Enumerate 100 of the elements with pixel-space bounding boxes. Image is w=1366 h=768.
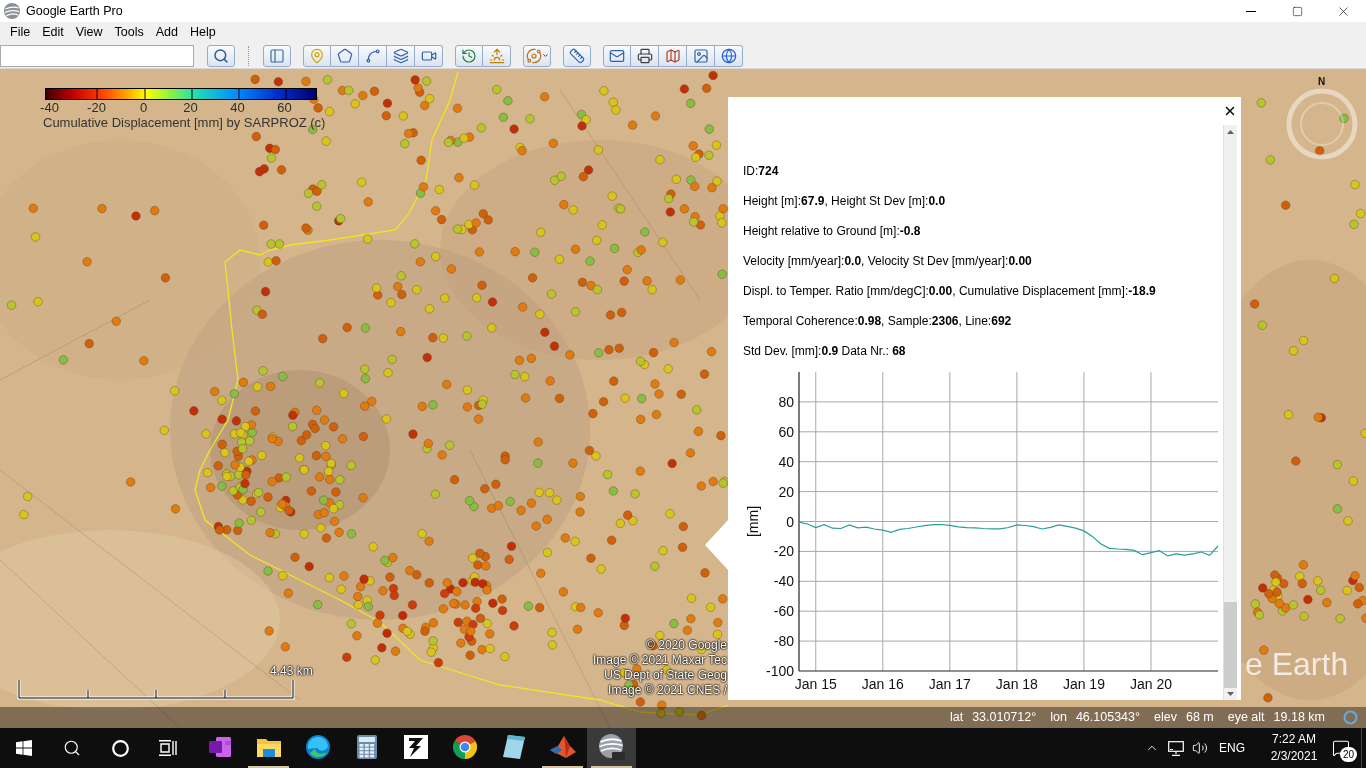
status-value: 19.18 km (1273, 709, 1325, 727)
tour-button[interactable] (415, 44, 443, 67)
y-tick-label: -80 (773, 633, 794, 650)
scrollbar[interactable] (1223, 125, 1237, 700)
y-tick-label: -60 (773, 603, 794, 620)
y-tick-label: 20 (778, 483, 794, 500)
minimize-icon (1246, 10, 1256, 12)
language-indicator[interactable]: ENG (1212, 728, 1252, 768)
peak-surface-icon (549, 736, 576, 758)
menu-item[interactable]: View (69, 22, 109, 43)
menu-item[interactable]: File (4, 22, 37, 43)
taskbar-app-button[interactable] (587, 728, 636, 768)
attribution-text: US Dept of State Geog (604, 668, 727, 683)
printer-icon (636, 47, 653, 64)
folder-icon (256, 737, 281, 757)
menu-item[interactable]: Add (149, 22, 184, 43)
ruler-button[interactable] (563, 44, 591, 67)
status-label: eye alt (1227, 709, 1265, 727)
status-label: elev (1154, 709, 1177, 727)
close-button[interactable] (1223, 104, 1237, 118)
x-tick-label: Jan 19 (1062, 676, 1105, 692)
compass-north-label: N (1318, 76, 1326, 87)
scale-label: 4.43 km (270, 664, 313, 678)
axis-title: [mm] (745, 505, 761, 538)
x-tick-label: Jan 20 (1129, 676, 1172, 692)
y-tick-label: -40 (773, 573, 794, 590)
path-icon (364, 47, 381, 64)
y-tick-label: 80 (778, 393, 794, 410)
x-tick-label: Jan 18 (995, 676, 1038, 692)
search-icon (63, 739, 81, 757)
info-text: Std Dev. [mm]:0.9 Data Nr.: 68 (743, 344, 906, 358)
legend-tick-label: 40 (230, 100, 245, 115)
sunlight-button[interactable] (483, 44, 511, 67)
info-text: Height [m]:67.9, Height St Dev [m]:0.0 (743, 194, 946, 208)
info-text: ID:724 (743, 164, 779, 178)
polygon-button[interactable] (331, 44, 359, 67)
info-text: Displ. to Temper. Ratio [mm/degC]:0.00, Cumulative Displacement [mm]:-18.9 (743, 284, 1156, 298)
navigation-ring-icon (1286, 88, 1358, 160)
menu-item[interactable]: Tools (108, 22, 150, 43)
globe-icon (720, 47, 737, 64)
speaker-icon (1192, 740, 1208, 756)
print-button[interactable] (631, 44, 659, 67)
polygon-icon (336, 47, 353, 64)
close-icon (1223, 104, 1237, 118)
swirl-icon (305, 735, 330, 759)
planet-icon (525, 47, 542, 64)
circle-icon (111, 739, 129, 757)
notification-button[interactable]: 20 (1320, 728, 1361, 768)
y-tick-label: 60 (778, 423, 794, 440)
status-value: 33.010712° (972, 709, 1037, 727)
menu-item[interactable]: Edit (36, 22, 70, 43)
lightning-tile-icon (403, 735, 428, 759)
maps-button[interactable] (659, 44, 687, 67)
y-tick-label: 0 (786, 513, 794, 530)
calculator-icon (356, 735, 377, 759)
y-tick-label: 40 (778, 453, 794, 470)
maximize-icon (1291, 5, 1303, 17)
legend-tick-label: 20 (183, 100, 198, 115)
legend-tick-label: -20 (87, 100, 106, 115)
caret-up-icon (1227, 130, 1234, 134)
attribution-text: Image © 2021 CNES / (608, 683, 727, 698)
legend-caption: Cumulative Displacement [mm] by SARPROZ (c) (43, 115, 326, 130)
menu-item[interactable]: Help (184, 22, 222, 43)
save-image-button[interactable] (687, 44, 715, 67)
history-button[interactable] (455, 44, 483, 67)
earth-button[interactable] (715, 44, 743, 67)
task-view-icon (159, 740, 177, 756)
globe-icon (598, 734, 625, 760)
windows-logo-icon (16, 740, 32, 756)
info-text: Temporal Coherence:0.98, Sample:2306, Line:692 (743, 314, 1012, 328)
caret-icon (541, 52, 549, 59)
sidebar-button[interactable] (263, 44, 291, 67)
map-icon (664, 47, 681, 64)
legend-tick-label: 0 (139, 100, 148, 115)
scrollbar-thumb[interactable] (1224, 602, 1237, 688)
path-button[interactable] (359, 44, 387, 67)
search-field[interactable] (0, 44, 194, 67)
status-value: 46.105343° (1075, 709, 1140, 727)
status-label: lat (949, 709, 964, 727)
email-button[interactable] (603, 44, 631, 67)
x-tick-label: Jan 17 (928, 676, 971, 692)
loading-ring-icon (1343, 710, 1358, 725)
info-text: Velocity [mm/year]:0.0, Velocity St Dev [mm/year]:0.00 (743, 254, 1032, 268)
ruler-icon (569, 47, 585, 64)
network-icon (1168, 740, 1184, 756)
map-logo-text: e Earth (1245, 647, 1349, 681)
clock-button[interactable]: 7:22 AM 2/3/2021 (1268, 728, 1320, 768)
pushpin-icon (309, 47, 325, 64)
x-tick-label: Jan 16 (861, 676, 904, 692)
search-button[interactable] (207, 44, 235, 67)
image-overlay-button[interactable] (387, 44, 415, 67)
legend-tick-label: -40 (40, 100, 59, 115)
y-tick-label: -100 (765, 663, 794, 679)
planets-button[interactable] (523, 44, 551, 67)
notification-count: 20 (1340, 747, 1357, 762)
attribution-text: © 2020 Google (646, 638, 727, 653)
clock-icon (461, 47, 477, 64)
notepad-icon (502, 735, 525, 759)
caret-down-icon (1227, 692, 1234, 696)
app-logo-icon (4, 3, 20, 19)
